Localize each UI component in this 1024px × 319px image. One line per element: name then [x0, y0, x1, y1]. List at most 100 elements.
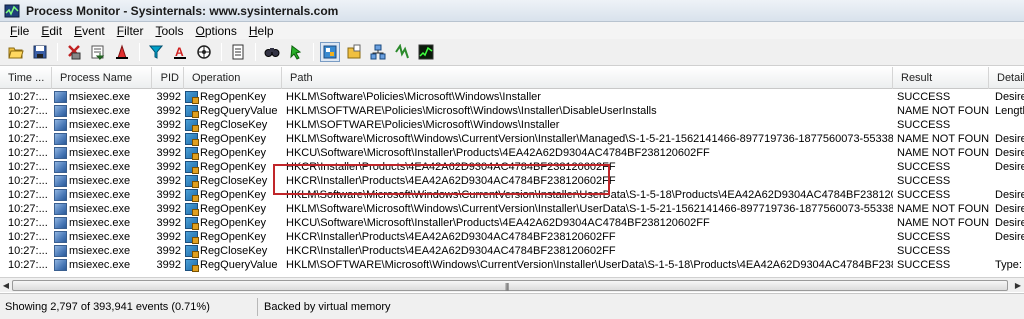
process-name: msiexec.exe [69, 133, 131, 145]
cell-time: 10:27:... [8, 245, 48, 257]
profiling-icon[interactable] [416, 42, 436, 62]
cell-operation: RegQueryValue [184, 258, 282, 272]
cell-result: NAME NOT FOUND [897, 105, 989, 117]
table-row[interactable]: 10:27:... msiexec.exe 3992 RegOpenKey HKCU\S… [0, 216, 1024, 230]
process-activity-icon[interactable] [392, 42, 412, 62]
status-bar: Showing 2,797 of 393,941 events (0.71%) … [0, 293, 1024, 319]
process-name: msiexec.exe [69, 203, 131, 215]
cell-result: NAME NOT FOUND [897, 147, 989, 159]
scrollbar-thumb[interactable] [12, 280, 1008, 291]
scroll-left-icon[interactable]: ◀ [0, 279, 12, 292]
cell-pid: 3992 [156, 231, 181, 243]
cell-process: msiexec.exe [52, 244, 152, 258]
menu-filter[interactable]: Filter [111, 24, 150, 38]
clear-icon[interactable] [112, 42, 132, 62]
cell-path: HKCR\Installer\Products\4EA42A62D9304AC4… [286, 175, 616, 187]
cell-time: 10:27:... [8, 91, 48, 103]
registry-icon [185, 203, 199, 216]
col-pid[interactable]: PID [152, 67, 184, 89]
scroll-right-icon[interactable]: ▶ [1012, 279, 1024, 292]
cell-result: SUCCESS [897, 189, 951, 201]
autoscroll-icon[interactable] [88, 42, 108, 62]
file-activity-icon[interactable] [344, 42, 364, 62]
cell-path: HKLM\SOFTWARE\Policies\Microsoft\Windows… [286, 119, 560, 131]
process-icon [54, 231, 67, 243]
menu-file[interactable]: File [4, 24, 35, 38]
table-row[interactable]: 10:27:... msiexec.exe 3992 RegOpenKey HKLM\S… [0, 132, 1024, 146]
menu-edit[interactable]: Edit [35, 24, 68, 38]
table-row[interactable]: 10:27:... msiexec.exe 3992 RegCloseKey HKCR\… [0, 244, 1024, 258]
capture-icon[interactable] [64, 42, 84, 62]
cell-path: HKLM\Software\Microsoft\Windows\CurrentV… [286, 133, 893, 145]
process-icon [54, 119, 67, 131]
menu-help[interactable]: Help [243, 24, 280, 38]
col-operation[interactable]: Operation [184, 67, 282, 89]
find-icon[interactable] [262, 42, 282, 62]
process-icon [54, 105, 67, 117]
highlight-icon[interactable]: A [170, 42, 190, 62]
process-icon [54, 175, 67, 187]
col-process-name[interactable]: Process Name [52, 67, 152, 89]
col-path[interactable]: Path [282, 67, 893, 89]
cell-result: SUCCESS [897, 119, 951, 131]
registry-activity-icon[interactable] [320, 42, 340, 62]
col-result[interactable]: Result [893, 67, 989, 89]
cell-result: SUCCESS [897, 231, 951, 243]
menu-tools[interactable]: Tools [149, 24, 189, 38]
operation-name: RegOpenKey [200, 133, 267, 145]
table-row[interactable]: 10:27:... msiexec.exe 3992 RegOpenKey HKCR\I… [0, 160, 1024, 174]
process-icon [54, 161, 67, 173]
cell-result: SUCCESS [897, 259, 951, 271]
svg-text:A: A [175, 45, 184, 59]
include-process-icon[interactable] [194, 42, 214, 62]
table-row[interactable]: 10:27:... msiexec.exe 3992 RegOpenKey HKCU\S… [0, 146, 1024, 160]
cell-time: 10:27:... [8, 119, 48, 131]
registry-icon [185, 231, 199, 244]
cell-time: 10:27:... [8, 105, 48, 117]
properties-icon[interactable] [228, 42, 248, 62]
operation-name: RegOpenKey [200, 189, 267, 201]
table-row[interactable]: 10:27:... msiexec.exe 3992 RegCloseKey HKLM\… [0, 118, 1024, 132]
cell-operation: RegOpenKey [184, 160, 282, 174]
process-icon [54, 91, 67, 103]
cell-process: msiexec.exe [52, 216, 152, 230]
table-row[interactable]: 10:27:... msiexec.exe 3992 RegOpenKey HKLM\S… [0, 202, 1024, 216]
process-name: msiexec.exe [69, 217, 131, 229]
network-activity-icon[interactable] [368, 42, 388, 62]
table-row[interactable]: 10:27:... msiexec.exe 3992 RegCloseKey HKCR\… [0, 174, 1024, 188]
table-row[interactable]: 10:27:... msiexec.exe 3992 RegQueryValue HKL… [0, 258, 1024, 272]
registry-icon [185, 133, 199, 146]
menu-options[interactable]: Options [189, 24, 242, 38]
process-name: msiexec.exe [69, 175, 131, 187]
table-row[interactable]: 10:27:... msiexec.exe 3992 RegQueryValue HKL… [0, 104, 1024, 118]
col-time[interactable]: Time ... [0, 67, 52, 89]
operation-name: RegOpenKey [200, 231, 267, 243]
column-header: Time ... Process Name PID Operation Path… [0, 67, 1024, 89]
cell-result: NAME NOT FOUND [897, 133, 989, 145]
open-icon[interactable] [6, 42, 26, 62]
process-name: msiexec.exe [69, 105, 131, 117]
table-row[interactable]: 10:27:... msiexec.exe 3992 RegOpenKey HKLM\S… [0, 90, 1024, 104]
jump-to-icon[interactable] [286, 42, 306, 62]
cell-time: 10:27:... [8, 217, 48, 229]
col-detail[interactable]: Detail [989, 67, 1024, 89]
horizontal-scrollbar[interactable]: ◀ ||| ▶ [0, 277, 1024, 292]
cell-detail: Desired [995, 189, 1024, 201]
cell-detail: Desired [995, 217, 1024, 229]
cell-detail: Desired [995, 231, 1024, 243]
cell-process: msiexec.exe [52, 230, 152, 244]
operation-name: RegOpenKey [200, 91, 267, 103]
menu-event[interactable]: Event [68, 24, 111, 38]
filter-icon[interactable] [146, 42, 166, 62]
save-icon[interactable] [30, 42, 50, 62]
operation-name: RegOpenKey [200, 161, 267, 173]
table-row[interactable]: 10:27:... msiexec.exe 3992 RegOpenKey HKCR\I… [0, 230, 1024, 244]
process-monitor-app-icon [4, 3, 20, 19]
process-name: msiexec.exe [69, 259, 131, 271]
cell-time: 10:27:... [8, 259, 48, 271]
toolbar-separator [221, 43, 222, 61]
table-row[interactable]: 10:27:... msiexec.exe 3992 RegOpenKey HKLM\S… [0, 188, 1024, 202]
cell-time: 10:27:... [8, 161, 48, 173]
process-icon [54, 245, 67, 257]
cell-pid: 3992 [156, 203, 181, 215]
